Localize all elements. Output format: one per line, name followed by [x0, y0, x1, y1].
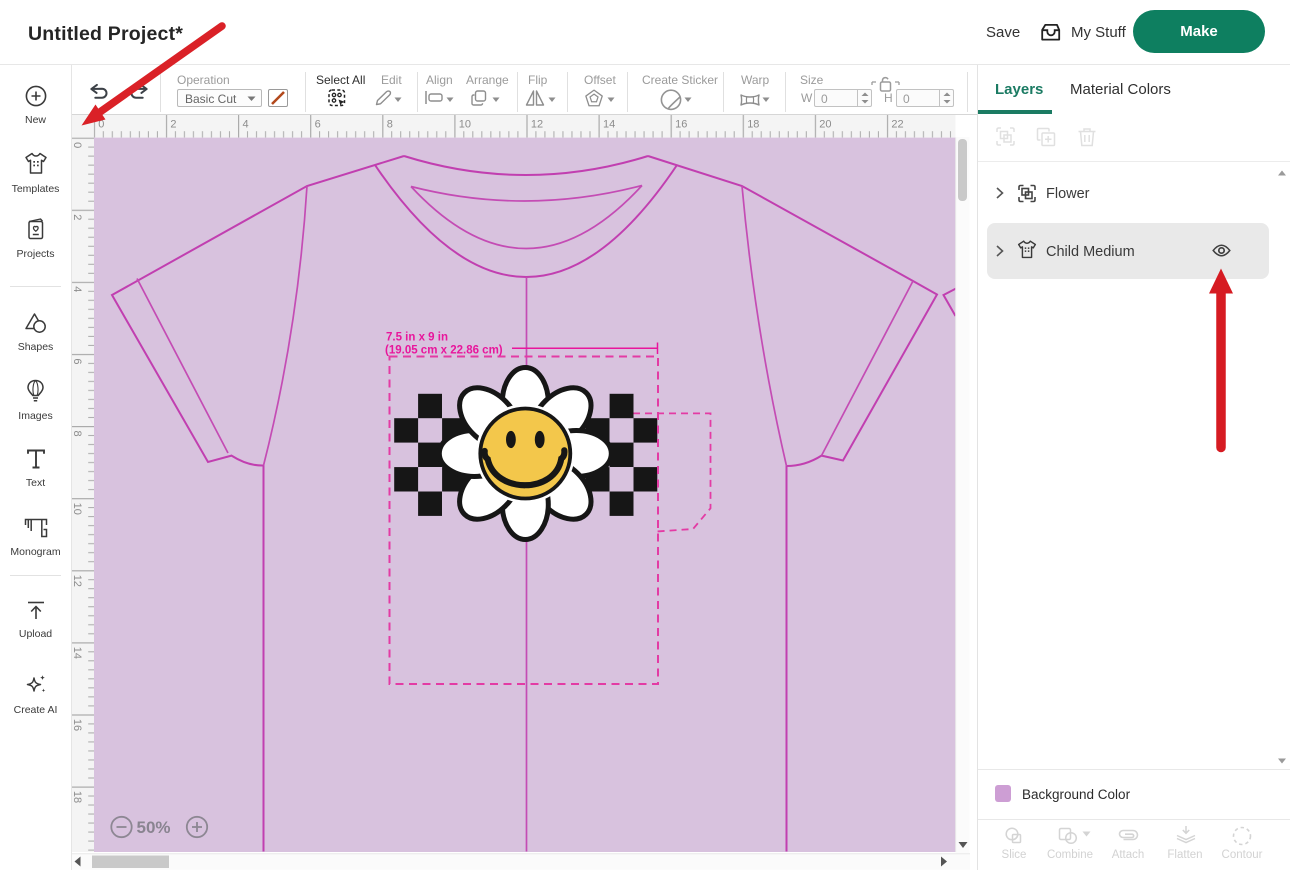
svg-text:10: 10 [459, 119, 471, 131]
svg-text:2: 2 [72, 214, 83, 220]
svg-text:0: 0 [98, 119, 104, 131]
svg-text:12: 12 [531, 119, 543, 131]
svg-text:16: 16 [72, 719, 83, 731]
svg-text:16: 16 [675, 119, 687, 131]
svg-text:20: 20 [819, 119, 831, 131]
svg-text:0: 0 [72, 142, 83, 148]
svg-text:4: 4 [243, 119, 249, 131]
svg-text:7.5 in x 9 in: 7.5 in x 9 in [386, 332, 448, 344]
svg-text:18: 18 [72, 791, 83, 803]
svg-text:2: 2 [170, 119, 176, 131]
svg-text:14: 14 [603, 119, 615, 131]
svg-text:4: 4 [72, 286, 83, 292]
svg-text:22: 22 [891, 119, 903, 131]
svg-text:10: 10 [72, 503, 83, 515]
svg-text:(19.05 cm x 22.86 cm): (19.05 cm x 22.86 cm) [385, 345, 503, 357]
svg-text:14: 14 [72, 647, 83, 659]
svg-text:6: 6 [315, 119, 321, 131]
svg-text:12: 12 [72, 575, 83, 587]
svg-text:6: 6 [72, 358, 83, 364]
svg-text:18: 18 [747, 119, 759, 131]
svg-text:8: 8 [72, 431, 83, 437]
svg-text:50%: 50% [137, 818, 171, 837]
svg-text:8: 8 [387, 119, 393, 131]
